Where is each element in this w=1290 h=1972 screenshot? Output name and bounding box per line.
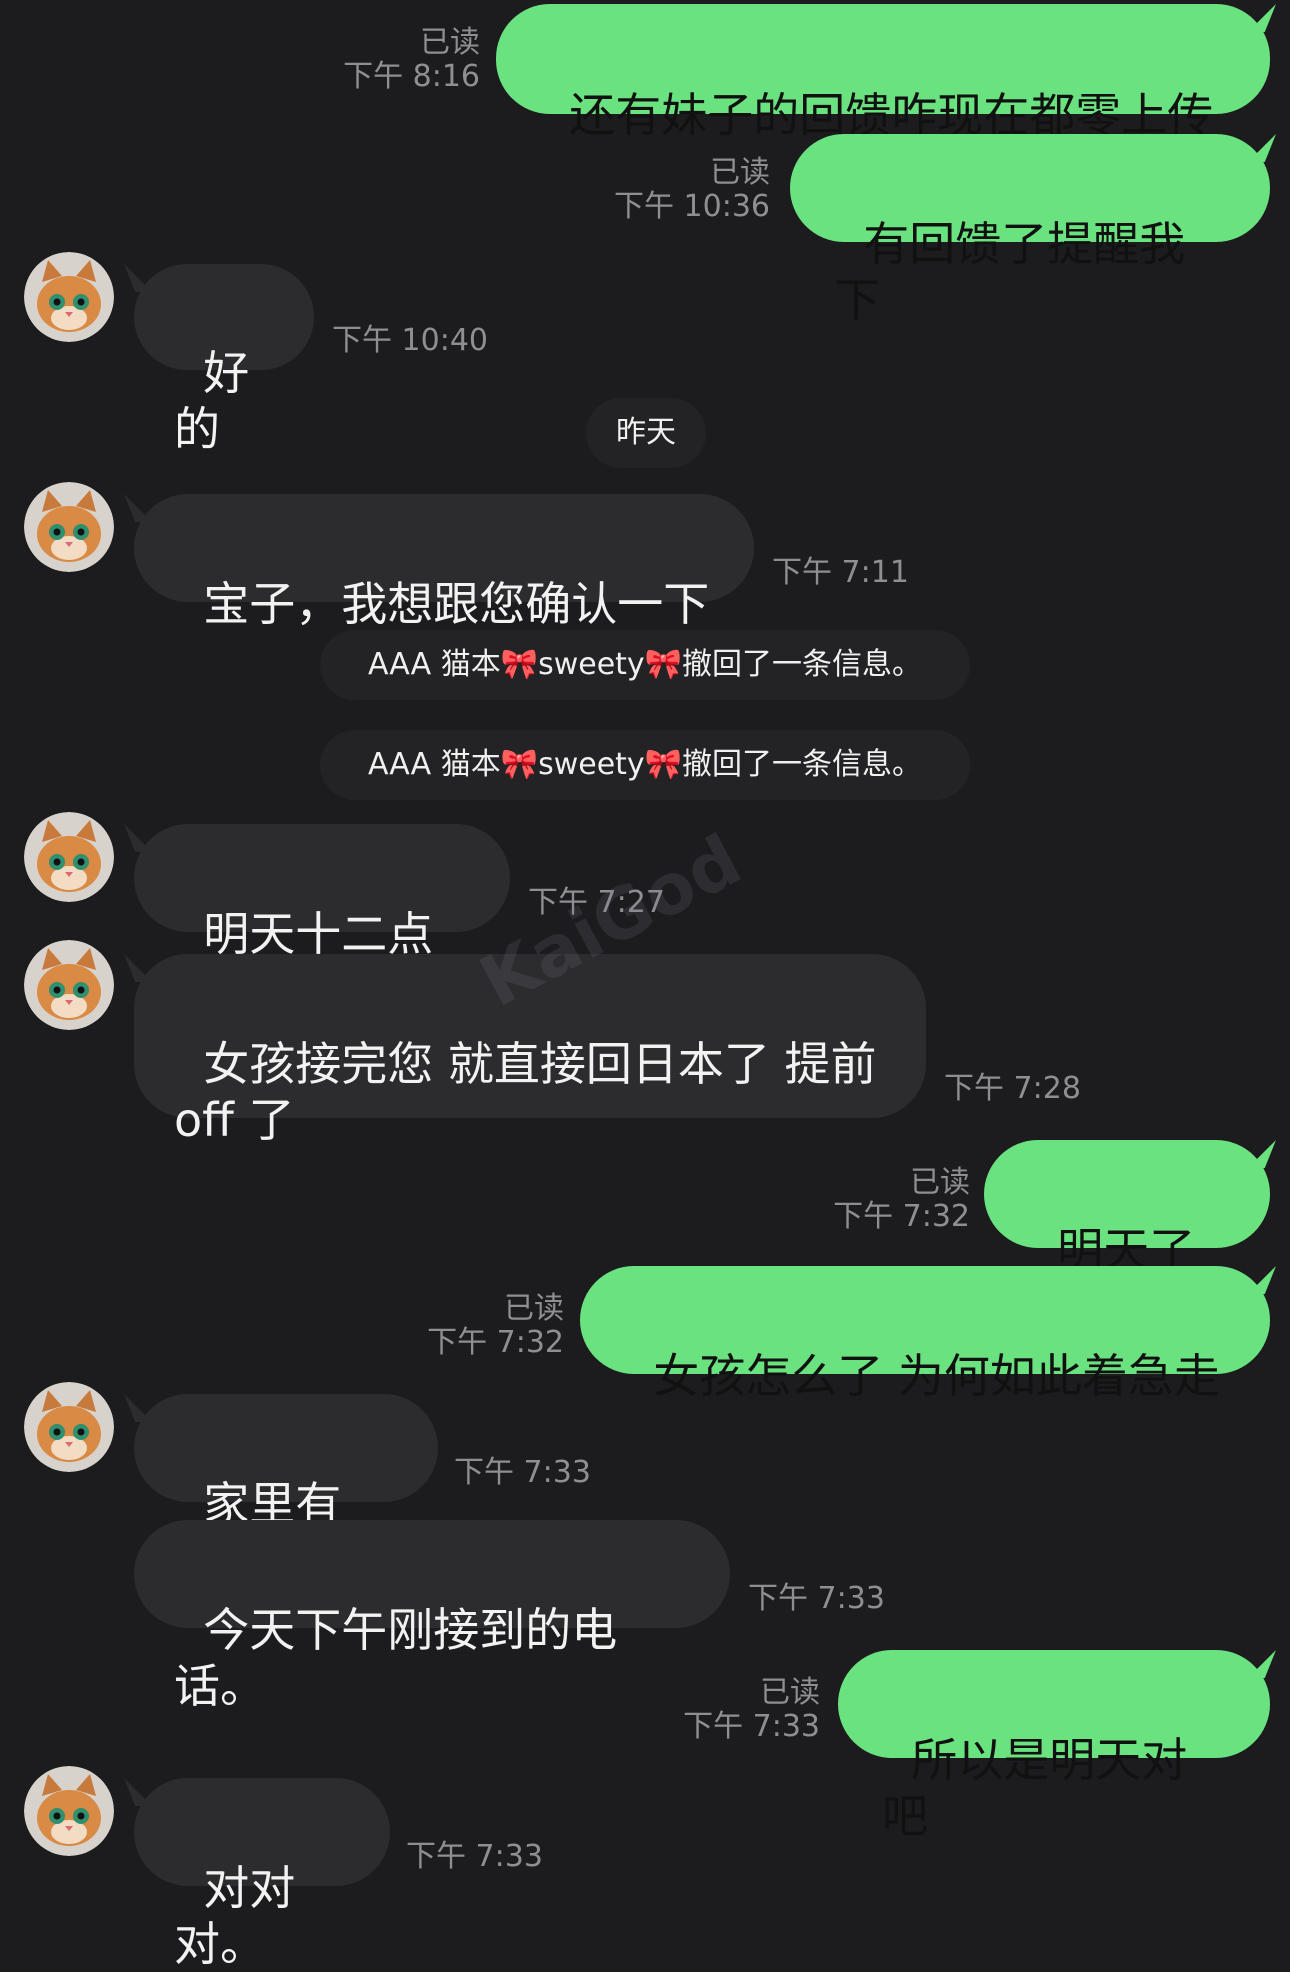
read-receipt: 已读	[760, 1675, 820, 1710]
message-meta: 已读 下午 7:32	[384, 1292, 564, 1360]
message-bubble-incoming[interactable]: 家里有事。	[134, 1394, 438, 1587]
message-time: 下午 7:33	[454, 1455, 591, 1490]
cat-avatar-icon	[24, 940, 114, 1030]
read-receipt: 已读	[504, 1291, 564, 1326]
message-text: 女孩怎么了 为何如此着急走	[653, 1349, 1220, 1403]
message-bubble-incoming[interactable]: 宝子，我想跟您确认一下	[134, 494, 754, 631]
cat-avatar-icon	[24, 1766, 114, 1856]
message-time: 下午 7:32	[427, 1325, 564, 1360]
message-text: 今天下午刚接到的电话。	[174, 1603, 618, 1713]
message-text: 对对对。	[174, 1861, 296, 1971]
contact-avatar[interactable]	[24, 1766, 114, 1856]
date-separator: 昨天	[586, 398, 706, 468]
contact-avatar[interactable]	[24, 252, 114, 342]
ribbon-icon: 🎀	[644, 747, 683, 782]
message-bubble-incoming[interactable]: 今天下午刚接到的电话。	[134, 1520, 730, 1713]
ribbon-icon: 🎀	[644, 647, 683, 682]
message-time: 下午 7:33	[406, 1839, 543, 1874]
message-text: 女孩接完您 就直接回日本了 提前 off 了	[174, 1037, 877, 1147]
message-time: 下午 7:28	[944, 1071, 1081, 1106]
message-bubble-incoming[interactable]: 女孩接完您 就直接回日本了 提前 off 了	[134, 954, 926, 1147]
message-meta: 已读 下午 10:36	[590, 156, 770, 224]
message-bubble-outgoing[interactable]: 有回馈了提醒我下	[790, 134, 1270, 327]
bubble-tail	[124, 1394, 152, 1422]
read-receipt: 已读	[910, 1165, 970, 1200]
message-time: 下午 10:40	[332, 323, 488, 358]
message-text: 所以是明天对吧	[882, 1733, 1188, 1843]
contact-avatar[interactable]	[24, 940, 114, 1030]
cat-avatar-icon	[24, 252, 114, 342]
message-text: 宝子，我想跟您确认一下	[203, 577, 710, 631]
ribbon-icon: 🎀	[500, 647, 539, 682]
message-bubble-incoming[interactable]: 对对对。	[134, 1778, 390, 1971]
message-time: 下午 10:36	[614, 189, 770, 224]
message-time: 下午 8:16	[343, 59, 480, 94]
cat-avatar-icon	[24, 1382, 114, 1472]
read-receipt: 已读	[420, 25, 480, 60]
message-bubble-outgoing[interactable]: 女孩怎么了 为何如此着急走	[580, 1266, 1270, 1403]
cat-avatar-icon	[24, 812, 114, 902]
message-time: 下午 7:33	[748, 1581, 885, 1616]
message-text: 有回馈了提醒我下	[834, 217, 1186, 327]
system-notice-recalled: AAA 猫本🎀sweety🎀撤回了一条信息。	[320, 730, 970, 800]
message-bubble-outgoing[interactable]: 还有妹子的回馈咋现在都零上传	[496, 4, 1270, 142]
message-meta: 已读 下午 7:32	[790, 1166, 970, 1234]
cat-avatar-icon	[24, 482, 114, 572]
bubble-tail	[124, 1778, 152, 1806]
message-text: 好的	[174, 346, 250, 456]
contact-avatar[interactable]	[24, 1382, 114, 1472]
message-time: 下午 7:33	[683, 1709, 820, 1744]
message-time: 下午 7:32	[833, 1199, 970, 1234]
message-meta: 已读 下午 8:16	[300, 26, 480, 94]
read-receipt: 已读	[710, 155, 770, 190]
contact-avatar[interactable]	[24, 812, 114, 902]
contact-avatar[interactable]	[24, 482, 114, 572]
message-time: 下午 7:11	[772, 555, 909, 590]
message-bubble-incoming[interactable]: 明天十二点见	[134, 824, 510, 1017]
message-meta: 已读 下午 7:33	[640, 1676, 820, 1744]
system-notice-recalled: AAA 猫本🎀sweety🎀撤回了一条信息。	[320, 630, 970, 700]
message-bubble-outgoing[interactable]: 所以是明天对吧	[838, 1650, 1270, 1843]
ribbon-icon: 🎀	[500, 747, 539, 782]
message-bubble-outgoing[interactable]: 明天了吗	[984, 1140, 1270, 1333]
message-bubble-incoming[interactable]: 好的	[134, 264, 314, 456]
message-time: 下午 7:27	[528, 885, 665, 920]
